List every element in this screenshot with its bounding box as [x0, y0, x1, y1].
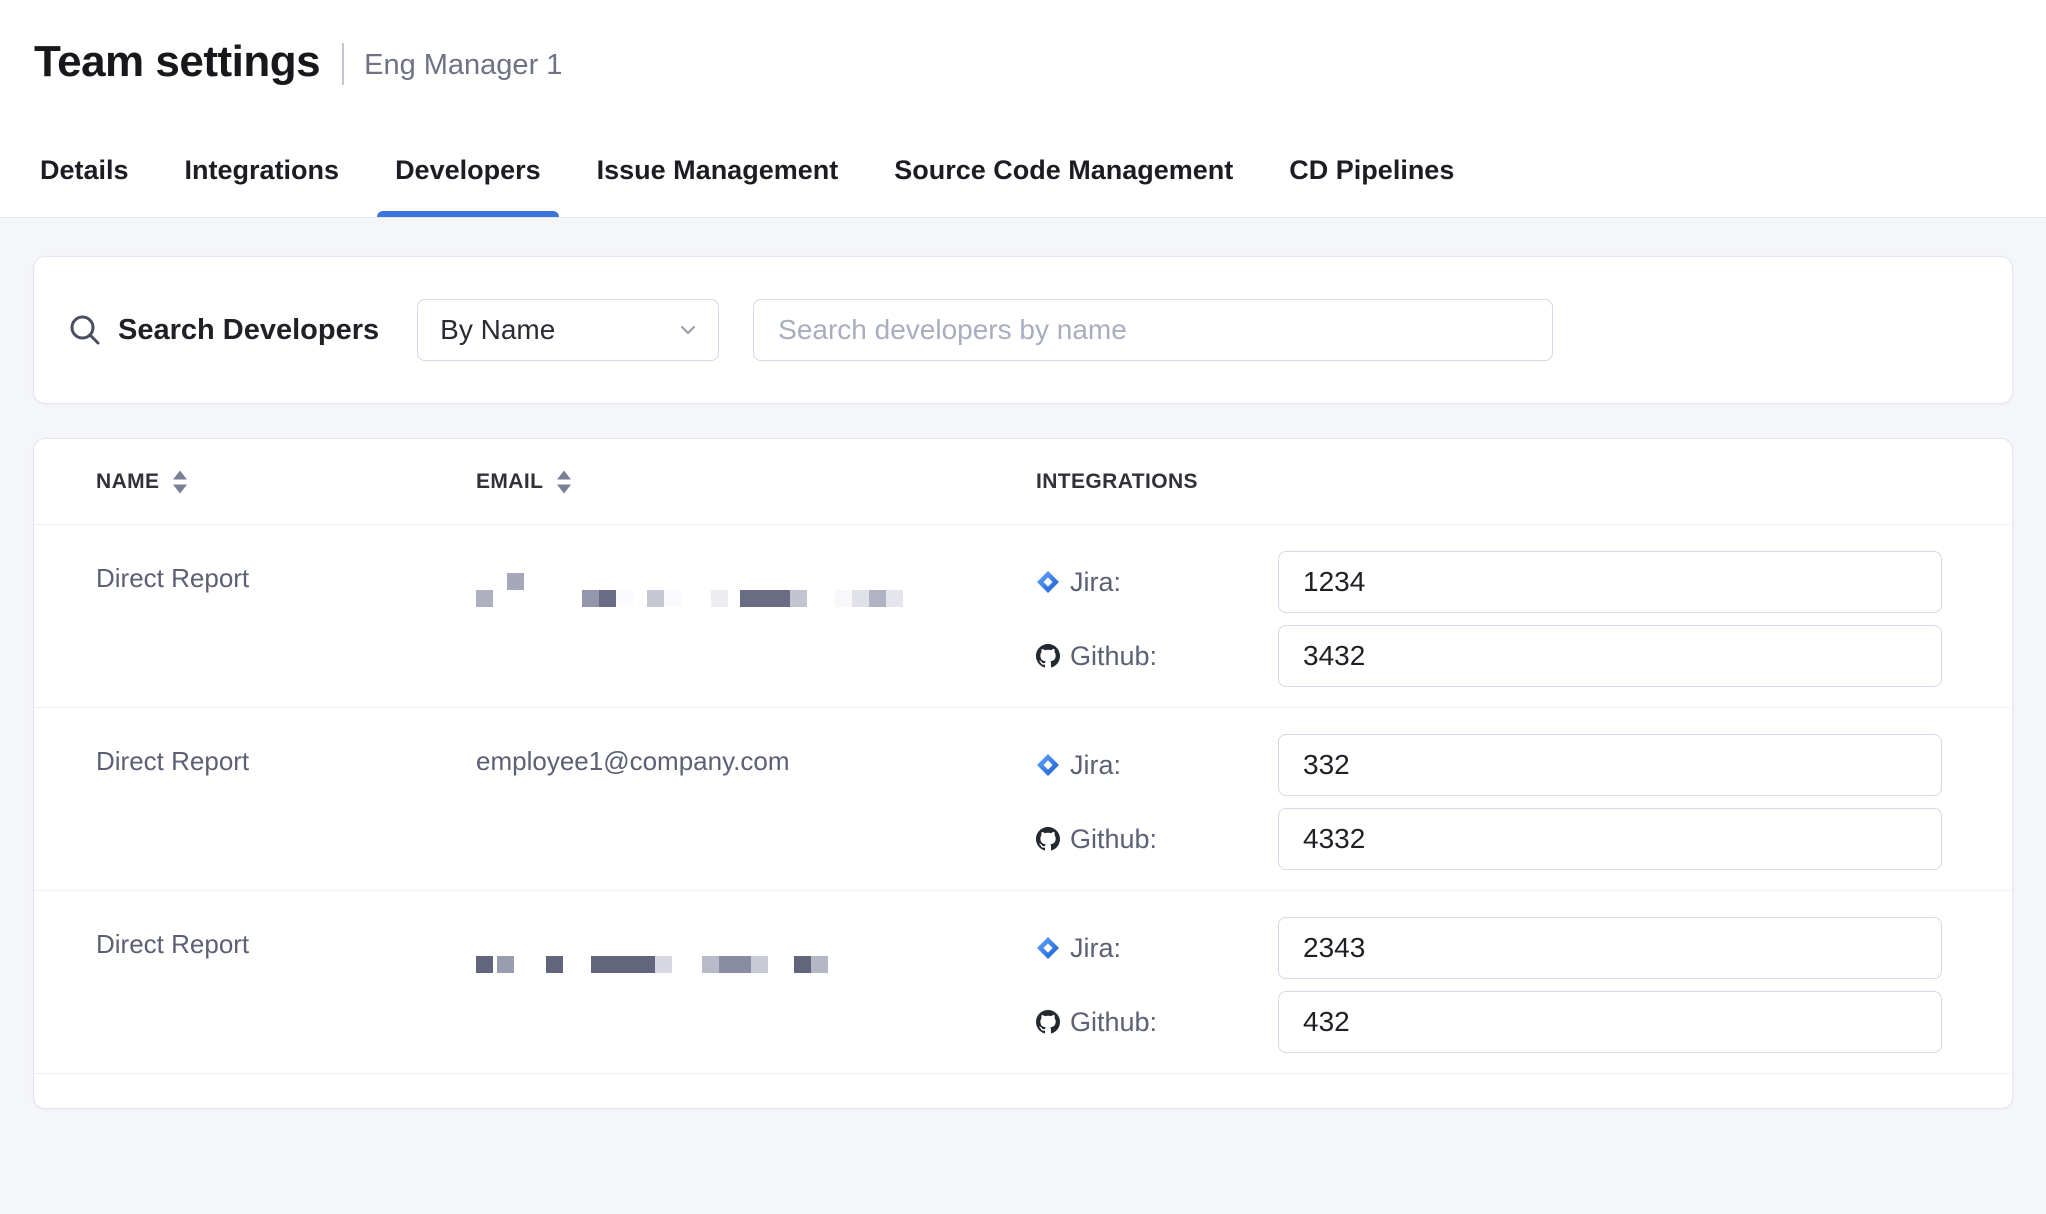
github-id-input[interactable] — [1278, 808, 1942, 870]
table-row: Direct Report employee1@company.com Jira… — [34, 708, 2012, 891]
table-row: Direct Report — [34, 891, 2012, 1074]
github-icon — [1036, 827, 1060, 851]
jira-icon — [1036, 753, 1060, 777]
github-integration-row: Github: — [1036, 808, 1942, 870]
github-integration-row: Github: — [1036, 625, 1942, 687]
github-integration-row: Github: — [1036, 991, 1942, 1053]
developer-name: Direct Report — [96, 734, 476, 870]
developers-table: NAME EMAIL INTEGRATIONS Direct Repo — [33, 438, 2013, 1109]
jira-integration-row: Jira: — [1036, 917, 1942, 979]
search-filter-select[interactable]: By Name — [417, 299, 719, 361]
developer-email: employee1@company.com — [476, 734, 1036, 870]
team-settings-page: Team settings Eng Manager 1 Details Inte… — [0, 0, 2046, 1109]
github-id-input[interactable] — [1278, 625, 1942, 687]
page-title: Team settings — [34, 37, 320, 87]
table-row: Direct Report — [34, 525, 2012, 708]
team-name: Eng Manager 1 — [364, 49, 562, 82]
tab-developers[interactable]: Developers — [389, 124, 547, 217]
jira-icon — [1036, 570, 1060, 594]
tab-integrations[interactable]: Integrations — [179, 124, 346, 217]
sort-name-button[interactable] — [173, 470, 187, 494]
page-header: Team settings Eng Manager 1 — [0, 0, 2046, 124]
sort-email-button[interactable] — [557, 470, 571, 494]
tab-issue-management[interactable]: Issue Management — [591, 124, 845, 217]
jira-integration-row: Jira: — [1036, 551, 1942, 613]
search-input[interactable] — [753, 299, 1553, 361]
sort-icon — [557, 470, 571, 494]
github-label: Github: — [1036, 824, 1278, 855]
title-separator — [342, 43, 344, 85]
tab-bar: Details Integrations Developers Issue Ma… — [0, 124, 2046, 218]
jira-label: Jira: — [1036, 750, 1278, 781]
search-panel: Search Developers By Name — [33, 256, 2013, 404]
main-content: Search Developers By Name NAME EMAIL — [0, 218, 2046, 1109]
tab-source-code-management[interactable]: Source Code Management — [888, 124, 1239, 217]
developer-email — [476, 551, 1036, 687]
sort-icon — [173, 470, 187, 494]
jira-icon — [1036, 936, 1060, 960]
integrations-cell: Jira: Github: — [1036, 917, 1942, 1053]
developer-email — [476, 917, 1036, 1053]
jira-label: Jira: — [1036, 933, 1278, 964]
integrations-cell: Jira: Github: — [1036, 551, 1942, 687]
redacted-email — [476, 937, 1036, 973]
redacted-email — [476, 571, 1036, 607]
github-icon — [1036, 1010, 1060, 1034]
name-column-label: NAME — [96, 470, 159, 494]
jira-id-input[interactable] — [1278, 734, 1942, 796]
tab-details[interactable]: Details — [34, 124, 135, 217]
github-label: Github: — [1036, 641, 1278, 672]
github-icon — [1036, 644, 1060, 668]
developer-name: Direct Report — [96, 917, 476, 1053]
integrations-cell: Jira: Github: — [1036, 734, 1942, 870]
jira-id-input[interactable] — [1278, 917, 1942, 979]
column-header-email: EMAIL — [476, 470, 1036, 494]
search-icon — [68, 313, 102, 347]
tab-cd-pipelines[interactable]: CD Pipelines — [1283, 124, 1460, 217]
github-id-input[interactable] — [1278, 991, 1942, 1053]
search-developers-label: Search Developers — [118, 314, 379, 347]
column-header-name: NAME — [96, 470, 476, 494]
jira-integration-row: Jira: — [1036, 734, 1942, 796]
email-column-label: EMAIL — [476, 470, 543, 494]
developer-name: Direct Report — [96, 551, 476, 687]
column-header-integrations: INTEGRATIONS — [1036, 470, 1942, 494]
github-label: Github: — [1036, 1007, 1278, 1038]
jira-label: Jira: — [1036, 567, 1278, 598]
jira-id-input[interactable] — [1278, 551, 1942, 613]
table-header-row: NAME EMAIL INTEGRATIONS — [34, 439, 2012, 525]
integrations-column-label: INTEGRATIONS — [1036, 470, 1198, 494]
search-filter-value: By Name — [440, 314, 555, 346]
chevron-down-icon — [678, 320, 698, 340]
